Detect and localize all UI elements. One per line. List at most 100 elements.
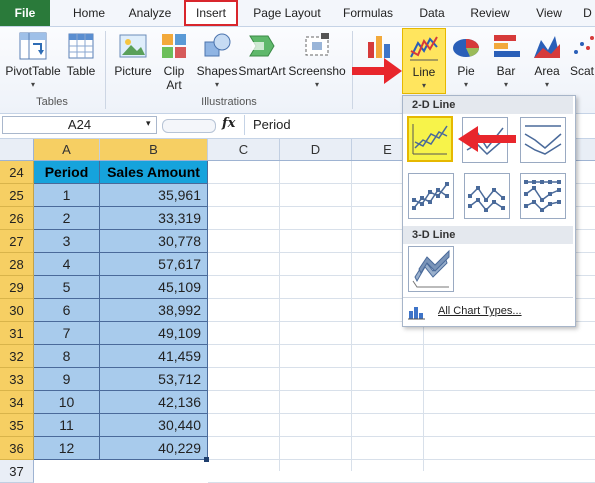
select-all-corner[interactable] <box>0 139 34 160</box>
screenshot-icon <box>301 30 333 62</box>
sales-amount-cell[interactable]: 41,459 <box>100 345 208 368</box>
row-header[interactable]: 27 <box>0 230 34 253</box>
period-cell[interactable]: 8 <box>34 345 100 368</box>
tab-review[interactable]: Review <box>462 0 518 26</box>
period-cell[interactable]: 12 <box>34 437 100 460</box>
tab-overflow[interactable]: D <box>580 0 595 26</box>
line-markers-chart-icon <box>412 182 449 210</box>
fill-handle[interactable] <box>204 457 209 462</box>
chart-option-stacked-line-with-markers[interactable] <box>464 173 510 219</box>
line-chart-icon <box>412 124 448 155</box>
line-chart-button[interactable]: Line ▾ <box>402 28 446 94</box>
tab-formulas[interactable]: Formulas <box>336 0 400 26</box>
row-header[interactable]: 24 <box>0 161 34 184</box>
sales-amount-cell[interactable]: 57,617 <box>100 253 208 276</box>
period-cell[interactable]: 5 <box>34 276 100 299</box>
smartart-button[interactable]: SmartArt <box>238 30 286 78</box>
tab-insert[interactable]: Insert <box>184 0 238 26</box>
clipart-button[interactable]: Clip Art <box>156 30 192 92</box>
line-chart-label: Line <box>412 65 436 79</box>
header-cell-sales-amount[interactable]: Sales Amount <box>100 161 208 184</box>
tab-data[interactable]: Data <box>410 0 454 26</box>
all-chart-types-link[interactable]: All Chart Types... <box>438 305 522 317</box>
tab-page-layout[interactable]: Page Layout <box>248 0 326 26</box>
row-header[interactable]: 33 <box>0 368 34 391</box>
chart-option-100-stacked-line-with-markers[interactable] <box>520 173 566 219</box>
arrow-to-line-option-icon <box>458 126 516 152</box>
column-header-c[interactable]: C <box>208 139 280 160</box>
row-header[interactable]: 28 <box>0 253 34 276</box>
row-header[interactable]: 25 <box>0 184 34 207</box>
sales-amount-cell[interactable]: 40,229 <box>100 437 208 460</box>
bar-chart-button[interactable]: Bar ▾ <box>488 30 524 92</box>
row-header[interactable]: 34 <box>0 391 34 414</box>
arrow-to-line-icon <box>352 58 402 84</box>
chevron-down-icon: ▾ <box>544 80 549 89</box>
period-cell[interactable]: 3 <box>34 230 100 253</box>
row-header[interactable]: 31 <box>0 322 34 345</box>
picture-label: Picture <box>114 64 152 78</box>
3d-line-chart-icon <box>412 249 450 288</box>
chevron-down-icon: ▾ <box>503 80 508 89</box>
area-chart-button[interactable]: Area ▾ <box>528 30 566 92</box>
row-gridline <box>208 413 595 414</box>
period-cell[interactable]: 7 <box>34 322 100 345</box>
smartart-label: SmartArt <box>238 64 286 78</box>
period-cell[interactable]: 11 <box>34 414 100 437</box>
all-chart-types-icon <box>408 304 426 323</box>
screenshot-button[interactable]: Screensho ▾ <box>288 30 346 92</box>
period-cell[interactable]: 1 <box>34 184 100 207</box>
chevron-down-icon: ▾ <box>463 80 468 89</box>
pie-chart-button[interactable]: Pie ▾ <box>448 30 484 92</box>
scatter-chart-icon <box>570 30 595 62</box>
row-header[interactable]: 29 <box>0 276 34 299</box>
tab-view[interactable]: View <box>526 0 572 26</box>
formula-bar-divider-handle[interactable] <box>162 119 216 133</box>
header-cell-period[interactable]: Period <box>34 161 100 184</box>
insert-function-icon[interactable]: fx <box>222 116 235 131</box>
sales-amount-cell[interactable]: 49,109 <box>100 322 208 345</box>
sales-amount-cell[interactable]: 30,778 <box>100 230 208 253</box>
column-header-d[interactable]: D <box>280 139 352 160</box>
tab-home[interactable]: Home <box>66 0 112 26</box>
row-header[interactable]: 36 <box>0 437 34 460</box>
sales-amount-cell[interactable]: 42,136 <box>100 391 208 414</box>
picture-button[interactable]: Picture <box>112 30 154 78</box>
tab-file[interactable]: File <box>0 0 50 26</box>
row-header[interactable]: 35 <box>0 414 34 437</box>
column-header-b[interactable]: B <box>100 139 208 160</box>
period-cell[interactable]: 10 <box>34 391 100 414</box>
scatter-chart-label: Scat <box>570 64 595 78</box>
row-header[interactable]: 26 <box>0 207 34 230</box>
shapes-button[interactable]: Shapes ▾ <box>196 30 238 92</box>
name-box[interactable]: A24 <box>2 116 157 134</box>
clipart-icon <box>158 30 190 62</box>
tab-analyze[interactable]: Analyze <box>122 0 178 26</box>
pivottable-button[interactable]: PivotTable ▾ <box>4 30 62 92</box>
chart-option-line[interactable] <box>407 116 453 162</box>
period-cell[interactable]: 2 <box>34 207 100 230</box>
period-cell[interactable]: 6 <box>34 299 100 322</box>
chart-option-3d-line[interactable] <box>408 246 454 292</box>
sales-amount-cell[interactable]: 33,319 <box>100 207 208 230</box>
column-header-a[interactable]: A <box>34 139 100 160</box>
row-header[interactable]: 30 <box>0 299 34 322</box>
chevron-down-icon[interactable]: ▾ <box>146 118 151 129</box>
row-header[interactable]: 37 <box>0 460 34 483</box>
group-label-tables: Tables <box>36 96 68 108</box>
chart-option-line-with-markers[interactable] <box>408 173 454 219</box>
period-cell[interactable]: 9 <box>34 368 100 391</box>
period-cell[interactable]: 4 <box>34 253 100 276</box>
smartart-icon <box>246 30 278 62</box>
sales-amount-cell[interactable]: 53,712 <box>100 368 208 391</box>
sales-amount-cell[interactable]: 30,440 <box>100 414 208 437</box>
table-button[interactable]: Table <box>62 30 100 78</box>
row-header[interactable]: 32 <box>0 345 34 368</box>
scatter-chart-button[interactable]: Scat <box>570 30 595 78</box>
sales-amount-cell[interactable]: 38,992 <box>100 299 208 322</box>
pie-chart-icon <box>450 30 482 62</box>
sales-amount-cell[interactable]: 45,109 <box>100 276 208 299</box>
chart-option-100-stacked-line[interactable] <box>520 117 566 163</box>
sales-amount-cell[interactable]: 35,961 <box>100 184 208 207</box>
row-gridline <box>208 367 595 368</box>
